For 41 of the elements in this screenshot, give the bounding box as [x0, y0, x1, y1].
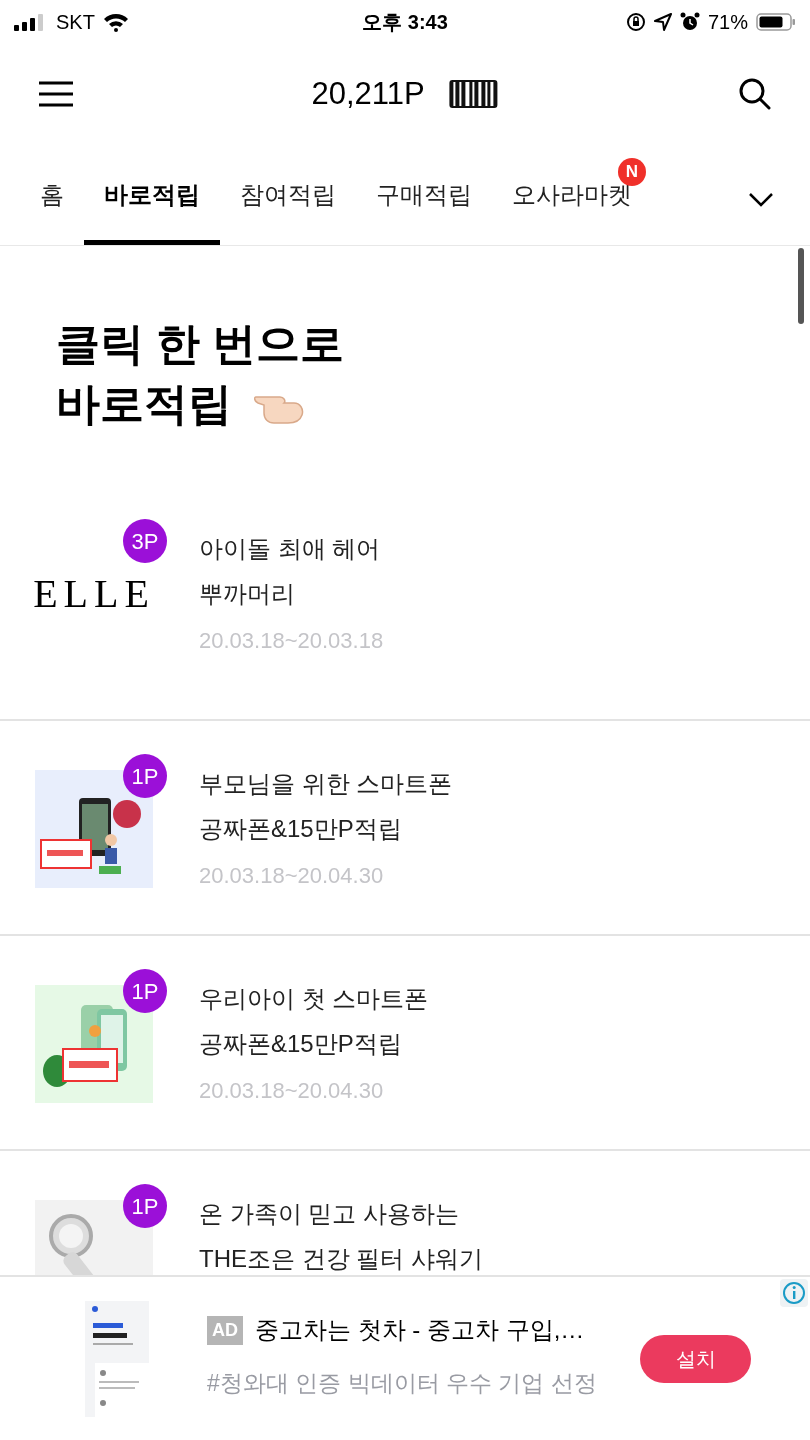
location-icon — [653, 13, 672, 31]
elle-logo: ELLE — [33, 574, 155, 614]
item-period: 20.03.18~20.03.18 — [199, 627, 384, 655]
alarm-icon — [679, 12, 700, 32]
ad-title: 중고차는 첫차 - 중고차 구입,… — [255, 1315, 585, 1346]
points-badge: 1P — [123, 754, 167, 798]
item-title: 공짜폰&15만P적립 — [199, 814, 403, 844]
battery-percent: 71% — [707, 10, 748, 35]
chevron-down-icon[interactable] — [748, 192, 774, 208]
tab[interactable]: 홈 — [20, 144, 84, 245]
item-period: 20.03.18~20.04.30 — [199, 862, 385, 890]
item-title: 공짜폰&15만P적립 — [199, 1029, 403, 1059]
wifi-icon — [102, 12, 129, 32]
item-period: 20.03.18~20.04.30 — [199, 1077, 385, 1105]
headline-text: 클릭 한 번으로 — [56, 318, 345, 370]
points-badge: 3P — [123, 519, 167, 563]
ad-subtitle: #청와대 인증 빅데이터 우수 기업 선정 — [207, 1369, 597, 1399]
ad-tag: AD — [207, 1315, 243, 1345]
barcode-icon[interactable] — [448, 79, 499, 109]
points-badge: 1P — [123, 1184, 167, 1228]
item-title: 뿌까머리 — [199, 579, 296, 609]
carrier-name: SKT — [56, 10, 95, 35]
points-badge: 1P — [123, 969, 167, 1013]
item-title: 우리아이 첫 스마트폰 — [199, 984, 429, 1014]
item-title: 아이돌 최애 헤어 — [199, 534, 382, 564]
tab[interactable]: 참여적립 — [220, 144, 356, 245]
tab[interactable]: 바로적립 — [84, 144, 220, 245]
item-title: 부모님을 위한 스마트폰 — [199, 769, 453, 799]
rotation-lock-icon — [625, 12, 646, 32]
status-time: 오후 3:43 — [362, 10, 448, 35]
item-title: 온 가족이 믿고 사용하는 — [199, 1199, 460, 1229]
headline-text: 바로적립 — [56, 378, 232, 430]
tab[interactable]: 구매적립 — [356, 144, 492, 245]
battery-icon — [756, 12, 796, 32]
points-balance: 20,211P — [311, 74, 425, 113]
install-button[interactable]: 설치 — [640, 1334, 751, 1383]
search-icon[interactable] — [738, 77, 772, 111]
menu-icon[interactable] — [38, 80, 74, 108]
info-icon[interactable] — [780, 1279, 808, 1307]
item-title: THE조은 건강 필터 샤워기 — [199, 1244, 483, 1274]
new-badge: N — [618, 158, 646, 186]
